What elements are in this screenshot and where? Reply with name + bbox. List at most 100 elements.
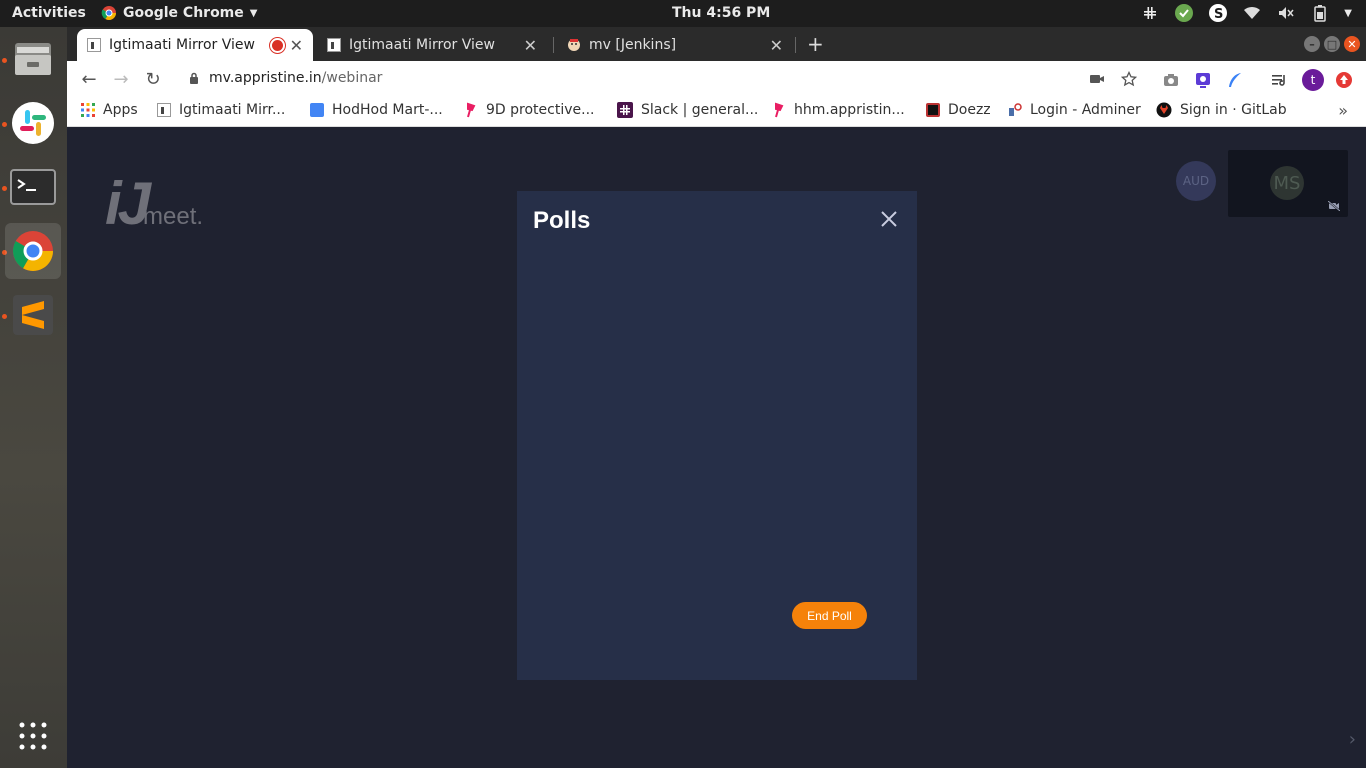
bookmark-star-icon[interactable]	[1121, 71, 1137, 87]
adminer-icon	[1009, 103, 1022, 116]
dock	[0, 27, 67, 768]
clock[interactable]: Thu 4:56 PM	[672, 5, 770, 21]
browser-toolbar: ← → ↻ mv.appristine.in/webinar t	[67, 61, 1366, 97]
camera-in-use-icon[interactable]	[1089, 71, 1105, 87]
bookmark-label: hhm.appristin...	[794, 102, 905, 118]
volume-muted-icon[interactable]	[1276, 3, 1296, 23]
update-available-icon[interactable]	[1335, 71, 1353, 89]
audience-badge[interactable]: AUD	[1176, 161, 1216, 201]
ij-meet-logo: iJ meet.	[105, 169, 203, 238]
tab-title: Igtimaati Mirror View	[349, 37, 495, 53]
avatar: MS	[1270, 166, 1304, 200]
app-menu-label: Google Chrome	[123, 5, 244, 21]
sublime-text-icon	[13, 295, 53, 335]
webinar-page: iJ meet. AUD MS Polls End Poll ›	[67, 131, 1366, 768]
window-controls: – □ ✕	[1304, 36, 1360, 52]
chrome-icon	[13, 231, 53, 271]
media-controls-icon[interactable]	[1270, 71, 1288, 89]
bookmark-9d-protective[interactable]: 9D protective...	[464, 102, 594, 118]
gitlab-icon	[1156, 102, 1172, 118]
maximize-icon[interactable]: □	[1324, 36, 1340, 52]
chrome-launcher[interactable]	[5, 223, 61, 279]
reload-icon[interactable]: ↻	[143, 69, 163, 90]
new-tab-button[interactable]: +	[807, 32, 824, 56]
bookmark-label: Slack | general...	[641, 102, 759, 118]
sublime-launcher[interactable]	[5, 287, 61, 343]
chevron-down-icon: ▼	[249, 7, 258, 19]
system-top-bar: Activities Google Chrome ▼ Thu 4:56 PM S…	[0, 0, 1366, 27]
tab-igtimaati-mirror-view[interactable]: Igtimaati Mirror View ✕	[317, 29, 547, 61]
activities-button[interactable]: Activities	[12, 5, 86, 21]
self-video-tile[interactable]: MS	[1228, 150, 1348, 217]
close-window-icon[interactable]: ✕	[1344, 36, 1360, 52]
camera-off-icon	[1328, 201, 1340, 211]
slack-icon	[617, 102, 633, 118]
logo-text: meet.	[143, 203, 204, 230]
skype-tray-icon[interactable]: S	[1208, 3, 1228, 23]
tab-strip: Igtimaati Mirror View ✕ Igtimaati Mirror…	[67, 27, 1366, 61]
bookmark-hhm-appristine[interactable]: hhm.appristin...	[772, 102, 905, 118]
bookmark-adminer[interactable]: Login - Adminer	[1008, 102, 1141, 118]
docs-icon	[310, 103, 324, 117]
feather-extension-icon[interactable]	[1226, 71, 1244, 89]
doezz-icon	[926, 103, 940, 117]
profile-avatar[interactable]: t	[1302, 69, 1324, 91]
tab-separator	[553, 37, 554, 53]
screen-share-extension-icon[interactable]	[1194, 71, 1212, 89]
address-bar[interactable]: mv.appristine.in/webinar	[177, 65, 1147, 93]
url-path: /webinar	[321, 70, 383, 86]
bookmarks-bar: Apps Igtimaati Mirr... HodHod Mart-... 9…	[67, 97, 1366, 127]
battery-icon[interactable]	[1310, 3, 1330, 23]
end-poll-button[interactable]: End Poll	[792, 602, 867, 629]
system-menu-chevron-icon[interactable]: ▼	[1344, 8, 1352, 19]
browser-window: Igtimaati Mirror View ✕ Igtimaati Mirror…	[67, 27, 1366, 768]
ij-favicon	[87, 38, 101, 52]
slack-icon	[12, 102, 54, 144]
back-arrow-icon[interactable]: ←	[79, 69, 99, 90]
bookmark-hodhod-mart[interactable]: HodHod Mart-...	[310, 102, 443, 118]
app-menu[interactable]: Google Chrome ▼	[101, 5, 257, 21]
system-tray[interactable]: S ▼	[1140, 3, 1352, 23]
app-grid-icon	[19, 722, 47, 750]
bookmark-doezz[interactable]: Doezz	[926, 102, 991, 118]
slack-launcher[interactable]	[5, 95, 61, 151]
bookmark-slack[interactable]: Slack | general...	[617, 102, 758, 118]
chrome-icon	[101, 6, 116, 20]
recording-indicator-icon	[272, 40, 283, 51]
bookmark-igtimaati[interactable]: Igtimaati Mirr...	[157, 102, 285, 118]
url-host: mv.appristine.in	[209, 70, 322, 86]
ij-favicon	[157, 103, 171, 117]
bookmark-gitlab[interactable]: Sign in · GitLab	[1156, 102, 1287, 118]
tab-close-icon[interactable]: ✕	[770, 36, 783, 55]
logo-mark: iJ	[105, 170, 151, 237]
polls-title: Polls	[533, 207, 591, 234]
wifi-icon[interactable]	[1242, 3, 1262, 23]
bookmark-apps[interactable]: Apps	[81, 102, 138, 118]
bookmark-label: Apps	[103, 102, 138, 118]
bookmark-label: Sign in · GitLab	[1180, 102, 1287, 118]
files-launcher[interactable]	[5, 31, 61, 87]
bookmark-label: Doezz	[948, 102, 991, 118]
bookmark-label: 9D protective...	[486, 102, 595, 118]
pin-icon	[467, 102, 476, 118]
tab-igtimaati-mirror-view-active[interactable]: Igtimaati Mirror View ✕	[77, 29, 313, 61]
show-applications-button[interactable]	[5, 708, 61, 764]
more-bookmarks-icon[interactable]: »	[1338, 101, 1348, 120]
ij-favicon	[327, 38, 341, 52]
screenshot-extension-icon[interactable]	[1162, 71, 1180, 89]
minimize-icon[interactable]: –	[1304, 36, 1320, 52]
pin-icon	[775, 102, 784, 118]
chevron-right-icon[interactable]: ›	[1349, 729, 1356, 750]
close-icon[interactable]	[877, 207, 901, 231]
tab-close-icon[interactable]: ✕	[524, 36, 537, 55]
forward-arrow-icon[interactable]: →	[111, 69, 131, 90]
svg-text:S: S	[1214, 7, 1223, 22]
terminal-launcher[interactable]	[5, 159, 61, 215]
sync-tray-icon[interactable]	[1174, 3, 1194, 23]
tab-title: Igtimaati Mirror View	[109, 37, 255, 53]
bookmark-label: Igtimaati Mirr...	[179, 102, 286, 118]
tab-jenkins[interactable]: mv [Jenkins] ✕	[557, 29, 793, 61]
tab-close-icon[interactable]: ✕	[290, 36, 303, 55]
terminal-icon	[10, 169, 56, 205]
slack-tray-icon[interactable]	[1140, 3, 1160, 23]
